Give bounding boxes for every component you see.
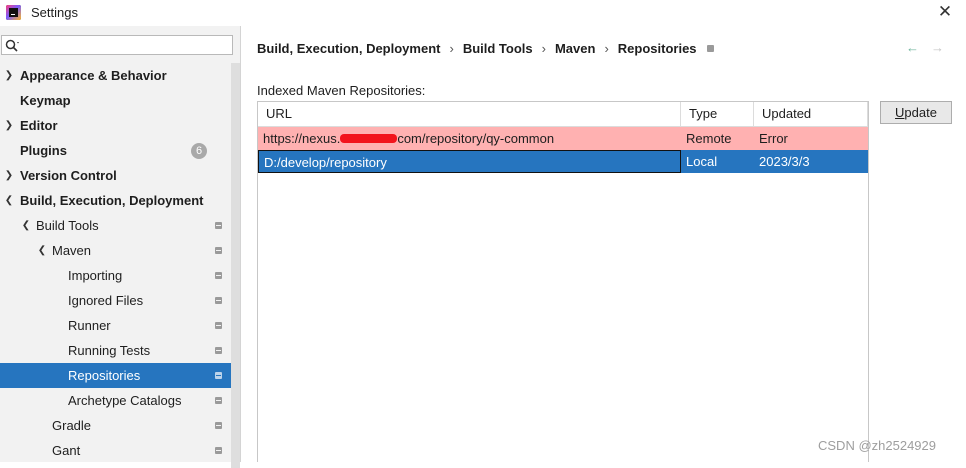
column-header-type[interactable]: Type: [681, 102, 754, 126]
column-header-url[interactable]: URL: [258, 102, 681, 126]
tree-item-label: Build, Execution, Deployment: [20, 193, 204, 208]
table-header: URL Type Updated: [258, 102, 868, 127]
breadcrumb: Build, Execution, Deployment › Build Tools…: [257, 41, 714, 59]
close-icon[interactable]: ✕: [936, 2, 954, 22]
table-row[interactable]: D:/develop/repository Local 2023/3/3: [258, 150, 868, 173]
breadcrumb-item[interactable]: Build Tools: [463, 41, 533, 56]
table-row[interactable]: https://nexus. com/repository/qy-common R…: [258, 127, 868, 150]
tree-item-label: Importing: [68, 268, 123, 283]
chevron-right-icon[interactable]: ❯: [3, 163, 15, 188]
update-button[interactable]: Update: [880, 101, 952, 124]
breadcrumb-item[interactable]: Maven: [555, 41, 595, 56]
tree-item-build-execution-deployment[interactable]: ❮ Build, Execution, Deployment: [0, 188, 240, 213]
chevron-right-icon[interactable]: ❯: [3, 63, 15, 88]
updated-cell: 2023/3/3: [759, 154, 810, 169]
sidebar-scrollbar[interactable]: [231, 63, 240, 468]
tree-item-repositories[interactable]: Repositories: [0, 363, 240, 388]
settings-sidebar: ❯ Appearance & Behavior Keymap ❯ Editor …: [0, 26, 241, 468]
tree-item-label: Plugins: [20, 143, 67, 158]
url-text: com/repository/qy-common: [397, 131, 555, 146]
project-level-icon: [215, 372, 222, 379]
url-cell: https://nexus. com/repository/qy-common: [258, 127, 681, 150]
project-level-icon: [215, 397, 222, 404]
repositories-table: URL Type Updated https://nexus. com/repos…: [257, 101, 869, 462]
tree-item-label: Running Tests: [68, 343, 151, 358]
project-level-icon: [215, 222, 222, 229]
tree-item-gant[interactable]: Gant: [0, 438, 240, 463]
tree-item-archetype-catalogs[interactable]: Archetype Catalogs: [0, 388, 240, 413]
project-level-icon: [215, 297, 222, 304]
tree-item-label: Archetype Catalogs: [68, 393, 182, 408]
chevron-down-icon[interactable]: ❮: [20, 213, 32, 238]
tree-item-label: Ignored Files: [68, 293, 144, 308]
tree-item-running-tests[interactable]: Running Tests: [0, 338, 240, 363]
update-count-badge: 6: [191, 143, 207, 159]
tree-item-label: Keymap: [20, 93, 71, 108]
tree-item-plugins[interactable]: Plugins 6: [0, 138, 240, 163]
tree-item-label: Maven: [52, 243, 92, 258]
tree-item-version-control[interactable]: ❯ Version Control: [0, 163, 240, 188]
update-button-mnemonic: U: [895, 105, 905, 120]
chevron-down-icon[interactable]: ❮: [3, 188, 15, 213]
update-button-label: pdate: [904, 105, 937, 120]
tree-item-label: Gradle: [52, 418, 92, 433]
breadcrumb-separator: ›: [449, 41, 454, 56]
app-logo-icon: [6, 5, 21, 20]
url-text: https://nexus.: [263, 131, 341, 146]
search-icon: [5, 39, 19, 52]
tree-item-label: Repositories: [68, 368, 141, 383]
project-level-icon: [215, 322, 222, 329]
type-cell: Local: [686, 154, 718, 169]
tree-item-gradle[interactable]: Gradle: [0, 413, 240, 438]
title-bar: Settings ✕: [0, 0, 966, 26]
back-arrow-icon[interactable]: ←: [906, 40, 919, 55]
tree-item-ignored-files[interactable]: Ignored Files: [0, 288, 240, 313]
type-cell: Remote: [686, 131, 732, 146]
tree-item-keymap[interactable]: Keymap: [0, 88, 240, 113]
updated-cell: Error: [759, 131, 788, 146]
tree-item-label: Runner: [68, 318, 111, 333]
tree-item-label: Editor: [20, 118, 58, 133]
breadcrumb-separator: ›: [541, 41, 546, 56]
tree-item-appearance-behavior[interactable]: ❯ Appearance & Behavior: [0, 63, 240, 88]
project-level-icon: [706, 45, 714, 52]
search-input[interactable]: [1, 35, 233, 55]
tree-item-maven[interactable]: ❮ Maven: [0, 238, 240, 263]
settings-main-panel: Build, Execution, Deployment › Build Tools…: [241, 26, 966, 462]
breadcrumb-separator: ›: [604, 41, 609, 56]
url-cell: D:/develop/repository: [258, 150, 681, 173]
forward-arrow-icon[interactable]: →: [931, 40, 944, 55]
tree-item-importing[interactable]: Importing: [0, 263, 240, 288]
project-level-icon: [215, 422, 222, 429]
tree-item-editor[interactable]: ❯ Editor: [0, 113, 240, 138]
window-title: Settings: [31, 5, 78, 20]
column-header-updated[interactable]: Updated: [754, 102, 868, 126]
project-level-icon: [215, 247, 222, 254]
watermark: CSDN @zh2524929: [818, 438, 936, 453]
tree-item-label: Gant: [52, 443, 81, 458]
tree-item-build-tools[interactable]: ❮ Build Tools: [0, 213, 240, 238]
tree-item-label: Appearance & Behavior: [20, 68, 167, 83]
redaction-mark: [340, 134, 398, 144]
tree-item-label: Build Tools: [36, 218, 99, 233]
tree-item-runner[interactable]: Runner: [0, 313, 240, 338]
project-level-icon: [215, 347, 222, 354]
chevron-down-icon[interactable]: ❮: [36, 238, 48, 263]
section-label: Indexed Maven Repositories:: [257, 83, 426, 98]
project-level-icon: [215, 272, 222, 279]
breadcrumb-item: Repositories: [617, 41, 697, 56]
project-level-icon: [215, 447, 222, 454]
tree-item-label: Version Control: [20, 168, 117, 183]
chevron-right-icon[interactable]: ❯: [3, 113, 15, 138]
breadcrumb-item[interactable]: Build, Execution, Deployment: [257, 41, 440, 56]
